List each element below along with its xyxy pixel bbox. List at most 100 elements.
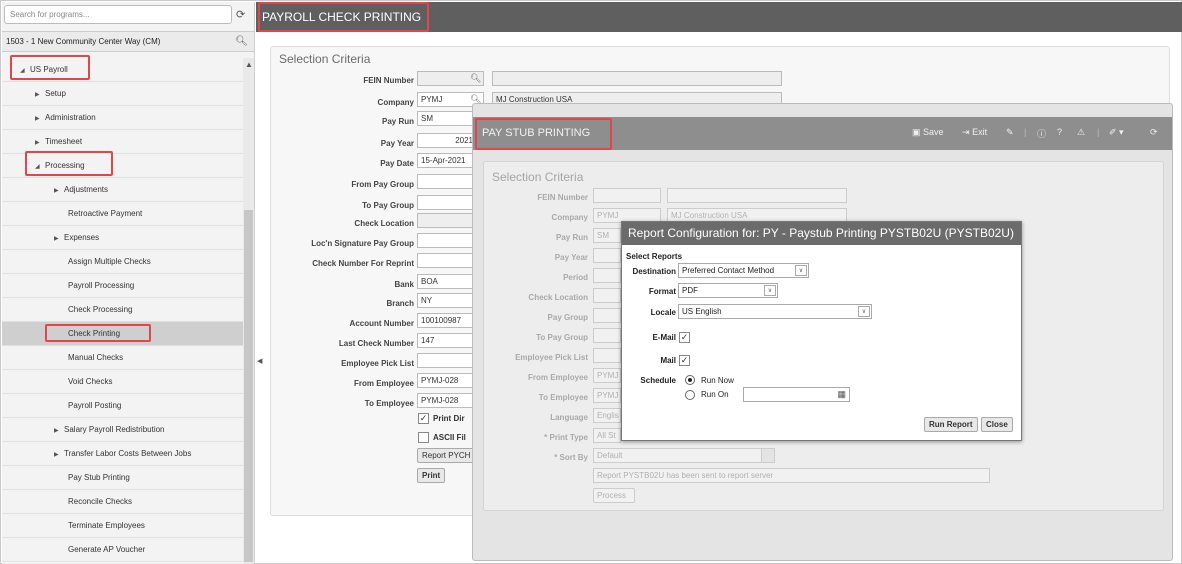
scroll-thumb[interactable] xyxy=(244,210,253,562)
locale-select[interactable]: US English ∨ xyxy=(678,304,872,319)
pay-group-input[interactable] xyxy=(593,308,621,323)
search-icon[interactable]: 🔍︎ xyxy=(235,36,248,47)
sidebar-item[interactable]: Pay Stub Printing xyxy=(2,466,243,490)
period-input[interactable] xyxy=(593,268,621,283)
pay-date-label: Pay Date xyxy=(380,159,414,168)
employee-pick-list-label: Employee Pick List xyxy=(341,359,414,368)
program-search-input[interactable]: Search for programs... xyxy=(4,5,232,24)
sidebar-item-label: Adjustments xyxy=(64,185,109,194)
destination-value: Preferred Contact Method xyxy=(682,266,775,275)
calendar-icon[interactable]: ▦ xyxy=(837,389,846,400)
to-employee-input[interactable]: PYMJ xyxy=(593,388,621,403)
format-label: Format xyxy=(648,287,676,296)
info-icon[interactable]: ⓘ xyxy=(1037,127,1046,140)
pay-date-input[interactable]: 15-Apr-2021 xyxy=(417,153,477,168)
chevron-right-icon[interactable]: ▶ xyxy=(54,227,64,251)
exit-icon: ⇥ xyxy=(962,127,970,137)
run-on-radio[interactable] xyxy=(685,390,695,400)
sidebar-item[interactable]: Assign Multiple Checks xyxy=(2,250,243,274)
fein-label: FEIN Number xyxy=(537,193,588,202)
pay-year-label: Pay Year xyxy=(554,253,588,262)
fein-description xyxy=(667,188,847,203)
employee-pick-list-input[interactable] xyxy=(593,348,621,363)
to-pay-group-label: To Pay Group xyxy=(362,201,414,210)
pay-group-label: Pay Group xyxy=(547,313,588,322)
status-message: Report PYSTB02U has been sent to report … xyxy=(593,468,990,483)
sidebar-item[interactable]: Payroll Processing xyxy=(2,274,243,298)
sort-by-dropdown-icon[interactable] xyxy=(761,448,775,463)
sidebar-item[interactable]: Void Checks xyxy=(2,370,243,394)
clear-icon[interactable]: ✎ xyxy=(1006,127,1014,138)
save-label: Save xyxy=(923,127,944,137)
close-button[interactable]: Close xyxy=(981,417,1013,432)
pay-run-input[interactable]: SM xyxy=(593,228,621,243)
locn-signature-label: Loc'n Signature Pay Group xyxy=(311,239,414,248)
check-location-label: Check Location xyxy=(528,293,588,302)
sidebar-item[interactable]: ▶ Expenses xyxy=(2,226,243,250)
destination-select[interactable]: Preferred Contact Method ∨ xyxy=(678,263,809,278)
search-icon[interactable]: 🔍︎ xyxy=(470,73,481,84)
chevron-right-icon[interactable]: ▶ xyxy=(54,443,64,467)
chevron-right-icon[interactable]: ▶ xyxy=(35,107,45,131)
sidebar-item[interactable]: ▶ Adjustments xyxy=(2,178,243,202)
sidebar-item[interactable]: Payroll Posting xyxy=(2,394,243,418)
run-now-label: Run Now xyxy=(701,376,734,385)
check-location-input[interactable] xyxy=(593,288,621,303)
sidebar-item-label: Assign Multiple Checks xyxy=(68,257,151,266)
chevron-down-icon: ∨ xyxy=(795,265,807,276)
location-label: 1503 - 1 New Community Center Way (CM) xyxy=(6,37,161,46)
scroll-up-icon[interactable]: ▲ xyxy=(245,60,253,69)
save-button[interactable]: ▣ Save xyxy=(912,127,944,138)
exit-button[interactable]: ⇥ Exit xyxy=(962,127,987,138)
format-select[interactable]: PDF ∨ xyxy=(678,283,778,298)
sidebar-item[interactable]: Retroactive Payment xyxy=(2,202,243,226)
print-button[interactable]: Print xyxy=(417,468,446,483)
sidebar-item[interactable]: ▶ Transfer Labor Costs Between Jobs xyxy=(2,442,243,466)
mail-checkbox[interactable]: ✓ xyxy=(679,355,690,366)
sidebar-scrollbar[interactable]: ▲ xyxy=(243,58,254,564)
sidebar-item-label: Terminate Employees xyxy=(68,521,145,530)
separator: | xyxy=(1097,127,1100,137)
process-button[interactable]: Process xyxy=(593,488,635,503)
sort-by-select[interactable]: Default xyxy=(593,448,775,463)
sidebar: Search for programs... ⟳ 1503 - 1 New Co… xyxy=(2,2,255,564)
bank-label: Bank xyxy=(394,280,414,289)
language-select[interactable]: Englis xyxy=(593,408,621,423)
chevron-right-icon[interactable]: ▶ xyxy=(54,179,64,203)
sidebar-item[interactable]: Terminate Employees xyxy=(2,514,243,538)
sidebar-item[interactable]: ▶ Salary Payroll Redistribution xyxy=(2,418,243,442)
to-employee-label: To Employee xyxy=(364,399,414,408)
run-on-date-input[interactable]: ▦ xyxy=(743,387,850,402)
pay-year-input[interactable]: 2021 xyxy=(417,133,477,148)
run-now-radio[interactable] xyxy=(685,375,695,385)
refresh-icon[interactable]: ⟳ xyxy=(236,8,245,21)
fein-input[interactable] xyxy=(593,188,661,203)
refresh-icon[interactable]: ⟳ xyxy=(1150,127,1158,138)
sidebar-item[interactable]: Reconcile Checks xyxy=(2,490,243,514)
print-type-select[interactable]: All St xyxy=(593,428,621,443)
sidebar-item[interactable]: Check Processing xyxy=(2,298,243,322)
from-pay-group-input[interactable] xyxy=(417,174,477,189)
from-employee-input[interactable]: PYMJ xyxy=(593,368,621,383)
warning-icon[interactable]: ⚠ xyxy=(1077,127,1085,138)
email-checkbox[interactable]: ✓ xyxy=(679,332,690,343)
chevron-right-icon[interactable]: ▶ xyxy=(35,83,45,107)
sidebar-item-label: Retroactive Payment xyxy=(68,209,143,218)
help-icon[interactable]: ? xyxy=(1057,127,1062,137)
edit-menu-icon[interactable]: ✐ ▾ xyxy=(1109,127,1124,138)
chevron-right-icon[interactable]: ▶ xyxy=(54,419,64,443)
locale-value: US English xyxy=(682,307,722,316)
run-report-button[interactable]: Run Report xyxy=(924,417,978,432)
print-type-label: * Print Type xyxy=(544,433,588,442)
sidebar-item[interactable]: ▶ Administration xyxy=(2,106,243,130)
sidebar-item-label: Pay Stub Printing xyxy=(68,473,130,482)
sidebar-item[interactable]: ▶ Setup xyxy=(2,82,243,106)
pay-year-input[interactable] xyxy=(593,248,621,263)
sidebar-item[interactable]: Generate AP Voucher xyxy=(2,538,243,562)
location-selector[interactable]: 1503 - 1 New Community Center Way (CM) 🔍… xyxy=(2,31,254,52)
to-pay-group-input[interactable] xyxy=(593,328,621,343)
sidebar-item-label: Generate AP Voucher xyxy=(68,545,146,554)
sidebar-item[interactable]: Manual Checks xyxy=(2,346,243,370)
pay-run-input[interactable]: SM xyxy=(417,111,477,126)
last-check-label: Last Check Number xyxy=(338,339,414,348)
